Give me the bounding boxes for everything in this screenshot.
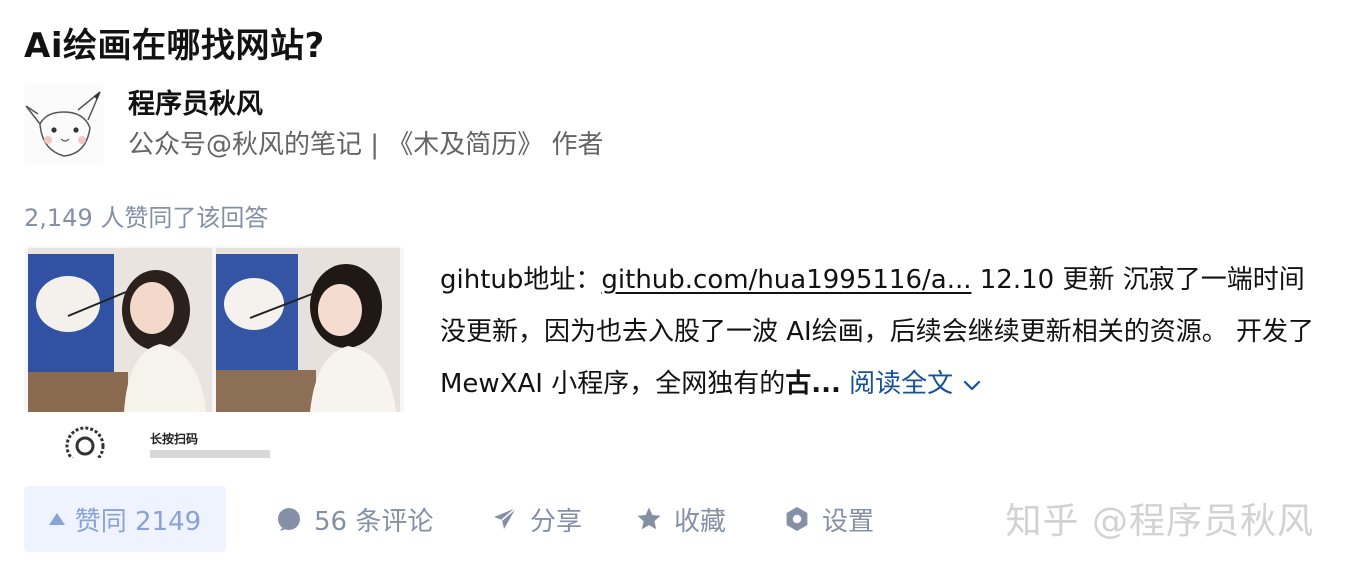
comment-icon: [278, 508, 300, 531]
zhihu-watermark: 知乎 @程序员秋风: [1005, 501, 1314, 542]
vote-summary: 2,149 人赞同了该回答: [24, 204, 269, 232]
comments-label: 56 条评论: [314, 506, 434, 537]
thumbnail-image-right: [216, 248, 400, 412]
chevron-down-icon: [964, 380, 981, 390]
thumbnail-image-left: [28, 248, 212, 412]
question-title[interactable]: Ai绘画在哪找网站?: [24, 18, 325, 67]
comments-button[interactable]: 56 条评论: [276, 486, 433, 552]
star-icon: [637, 507, 661, 530]
collect-label: 收藏: [674, 506, 727, 537]
share-label: 分享: [530, 506, 583, 537]
excerpt-prefix: gihtub地址：: [440, 265, 602, 295]
action-bar: 赞同 2149 56 条评论 分享 收藏 设置 知乎 @程序员秋风: [24, 486, 1324, 552]
settings-button[interactable]: 设置: [784, 486, 874, 552]
share-icon: [494, 507, 517, 529]
share-button[interactable]: 分享: [492, 486, 582, 552]
author-headline: 公众号@秋风的笔记 | 《木及简历》 作者: [128, 130, 604, 160]
settings-label: 设置: [822, 506, 875, 537]
github-link[interactable]: github.com/hua1995116/a...: [601, 265, 971, 295]
collect-button[interactable]: 收藏: [636, 486, 726, 552]
answer-excerpt[interactable]: gihtub地址：github.com/hua1995116/a... 12.1…: [440, 254, 1330, 410]
qr-code-icon: [65, 426, 105, 458]
answer-thumbnail[interactable]: 长按扫码: [24, 246, 404, 458]
upvote-arrow-icon: [48, 513, 65, 525]
upvote-button[interactable]: 赞同 2149: [24, 486, 226, 552]
upvote-label: 赞同 2149: [74, 506, 202, 537]
read-more-button[interactable]: 阅读全文: [849, 369, 983, 399]
qr-label: 长按扫码: [150, 432, 199, 446]
qr-sub-text: [150, 450, 270, 458]
author-name[interactable]: 程序员秋风: [128, 82, 263, 121]
author-avatar[interactable]: [24, 84, 104, 164]
qr-strip: 长按扫码: [24, 412, 404, 458]
author-info: 程序员秋风 公众号@秋风的笔记 | 《木及简历》 作者: [24, 80, 724, 166]
gear-icon: [786, 507, 808, 531]
excerpt-strong: 古...: [785, 369, 841, 399]
pikachu-avatar-icon: [24, 84, 104, 164]
read-more-label: 阅读全文: [849, 369, 954, 399]
